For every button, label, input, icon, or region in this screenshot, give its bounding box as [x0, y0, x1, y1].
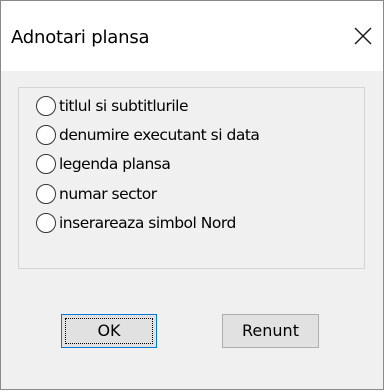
close-icon [354, 27, 372, 45]
radio-button[interactable] [36, 184, 56, 204]
cancel-button[interactable]: Renunt [222, 314, 319, 348]
title-bar: Adnotari plansa [1, 1, 383, 71]
option-executant-date[interactable]: denumire executant si data [36, 122, 260, 148]
option-label: legenda plansa [59, 155, 171, 173]
option-north-symbol[interactable]: inserareaza simbol Nord [36, 210, 236, 236]
radio-button[interactable] [36, 96, 56, 116]
options-group: titlul si subtitlurile denumire executan… [18, 87, 365, 269]
radio-button[interactable] [36, 125, 56, 145]
window-title: Adnotari plansa [11, 27, 150, 48]
option-title-subtitles[interactable]: titlul si subtitlurile [36, 93, 188, 119]
option-sector-number[interactable]: numar sector [36, 181, 157, 207]
close-button[interactable] [343, 19, 383, 53]
ok-button[interactable]: OK [61, 314, 157, 348]
option-legend[interactable]: legenda plansa [36, 151, 171, 177]
option-label: denumire executant si data [59, 126, 260, 144]
option-label: numar sector [59, 185, 157, 203]
option-label: inserareaza simbol Nord [59, 214, 236, 232]
radio-button[interactable] [36, 213, 56, 233]
option-label: titlul si subtitlurile [59, 97, 188, 115]
radio-button[interactable] [36, 154, 56, 174]
dialog-window: Adnotari plansa titlul si subtitlurile d… [0, 0, 384, 390]
